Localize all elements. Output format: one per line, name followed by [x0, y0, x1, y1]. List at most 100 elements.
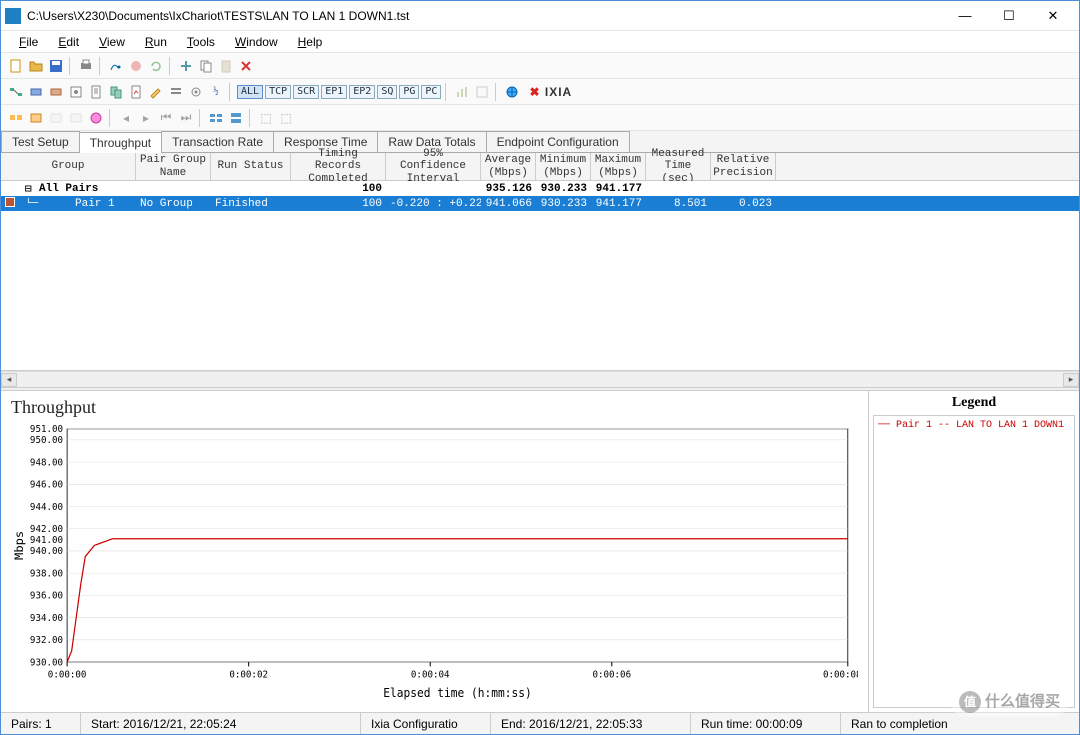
filter-pc-button[interactable]: PC: [421, 85, 441, 99]
filter-sq-button[interactable]: SQ: [377, 85, 397, 99]
config-icon[interactable]: [67, 83, 85, 101]
throughput-chart[interactable]: 930.00932.00934.00936.00938.00940.00942.…: [11, 420, 858, 706]
svg-text:950.00: 950.00: [30, 435, 63, 446]
options-icon[interactable]: [167, 83, 185, 101]
svg-text:0:00:02: 0:00:02: [229, 669, 268, 680]
print-icon[interactable]: [77, 57, 95, 75]
step-fwd-icon[interactable]: ▸: [137, 109, 155, 127]
column-header[interactable]: Run Status: [211, 153, 291, 180]
clone-icon[interactable]: [107, 83, 125, 101]
toolbar-1: [1, 53, 1079, 79]
filter-ep1-button[interactable]: EP1: [321, 85, 347, 99]
status-bar: Pairs: 1 Start: 2016/12/21, 22:05:24 Ixi…: [1, 712, 1079, 734]
skip-back-icon[interactable]: ⏮: [157, 109, 175, 127]
stop-icon[interactable]: [127, 57, 145, 75]
script-icon[interactable]: [87, 83, 105, 101]
svg-text:0:00:06: 0:00:06: [592, 669, 631, 680]
run-icon[interactable]: [107, 57, 125, 75]
menu-window[interactable]: Window: [225, 33, 288, 51]
window-controls: — ☐ ✕: [943, 2, 1075, 30]
column-header[interactable]: Timing RecordsCompleted: [291, 153, 386, 180]
collapse-icon[interactable]: ⬚: [277, 109, 295, 127]
step-back-icon[interactable]: ◂: [117, 109, 135, 127]
new-icon[interactable]: [7, 57, 25, 75]
tab-endpoint-config[interactable]: Endpoint Configuration: [486, 131, 630, 152]
tab-transaction-rate[interactable]: Transaction Rate: [161, 131, 274, 152]
pair-icon[interactable]: [7, 83, 25, 101]
svg-text:941.00: 941.00: [30, 535, 63, 546]
column-header[interactable]: Maximum(Mbps): [591, 153, 646, 180]
menu-tools[interactable]: Tools: [177, 33, 225, 51]
column-header[interactable]: 95% ConfidenceInterval: [386, 153, 481, 180]
endpoint2-icon[interactable]: [47, 83, 65, 101]
status-pairs: Pairs: 1: [1, 713, 81, 734]
legend-box[interactable]: ── Pair 1 -- LAN TO LAN 1 DOWN1: [873, 415, 1075, 708]
expand-icon[interactable]: ⬚: [257, 109, 275, 127]
align-v-icon[interactable]: [227, 109, 245, 127]
scroll-left-icon[interactable]: ◂: [1, 373, 17, 387]
paste-icon[interactable]: [217, 57, 235, 75]
result-grid[interactable]: ⊟ All Pairs 100 935.126 930.233 941.177 …: [1, 181, 1079, 371]
delete-icon[interactable]: [237, 57, 255, 75]
svg-text:930.00: 930.00: [30, 657, 63, 668]
scroll-right-icon[interactable]: ▸: [1063, 373, 1079, 387]
pair-row[interactable]: └─ Pair 1 No Group Finished 100 -0.220 :…: [1, 196, 1079, 211]
settings-icon[interactable]: [187, 83, 205, 101]
chart-icon[interactable]: [453, 83, 471, 101]
column-header[interactable]: Minimum(Mbps): [536, 153, 591, 180]
column-header[interactable]: RelativePrecision: [711, 153, 776, 180]
svg-text:936.00: 936.00: [30, 590, 63, 601]
filter-pg-button[interactable]: PG: [399, 85, 419, 99]
tab-test-setup[interactable]: Test Setup: [1, 131, 80, 152]
save-icon[interactable]: [47, 57, 65, 75]
sort-icon[interactable]: ½: [207, 83, 225, 101]
open-icon[interactable]: [27, 57, 45, 75]
group-label: All Pairs: [35, 183, 136, 195]
filter-tcp-button[interactable]: TCP: [265, 85, 291, 99]
column-header[interactable]: Average(Mbps): [481, 153, 536, 180]
ixia-logo: ✖ IXIA: [529, 85, 572, 99]
close-button[interactable]: ✕: [1031, 2, 1075, 30]
window-title: C:\Users\X230\Documents\IxChariot\TESTS\…: [27, 9, 943, 23]
group-del-icon[interactable]: [47, 109, 65, 127]
skip-fwd-icon[interactable]: ⏭: [177, 109, 195, 127]
grid-h-scrollbar[interactable]: ◂ ▸: [1, 371, 1079, 387]
menu-file[interactable]: File: [9, 33, 48, 51]
filter-scr-button[interactable]: SCR: [293, 85, 319, 99]
chart-area: Throughput 930.00932.00934.00936.00938.0…: [1, 391, 1079, 712]
export-icon[interactable]: [473, 83, 491, 101]
app-window: C:\Users\X230\Documents\IxChariot\TESTS\…: [0, 0, 1080, 735]
watermark: 什么值得买: [951, 686, 1068, 717]
legend-entry: ── Pair 1 -- LAN TO LAN 1 DOWN1: [878, 420, 1064, 431]
menu-view[interactable]: View: [89, 33, 135, 51]
svg-text:940.00: 940.00: [30, 546, 63, 557]
column-header[interactable]: Pair GroupName: [136, 153, 211, 180]
status-config: Ixia Configuratio: [361, 713, 491, 734]
column-header[interactable]: Group: [1, 153, 136, 180]
svg-text:946.00: 946.00: [30, 479, 63, 490]
maximize-button[interactable]: ☐: [987, 2, 1031, 30]
menu-edit[interactable]: Edit: [48, 33, 89, 51]
group-row[interactable]: ⊟ All Pairs 100 935.126 930.233 941.177: [1, 181, 1079, 196]
refresh-icon[interactable]: [147, 57, 165, 75]
group-opt-icon[interactable]: [67, 109, 85, 127]
legend-panel: Legend ── Pair 1 -- LAN TO LAN 1 DOWN1: [869, 391, 1079, 712]
tab-throughput[interactable]: Throughput: [79, 132, 162, 153]
align-h-icon[interactable]: [207, 109, 225, 127]
result-tabs: Test Setup Throughput Transaction Rate R…: [1, 131, 1079, 153]
filter-ep2-button[interactable]: EP2: [349, 85, 375, 99]
globe-icon[interactable]: [503, 83, 521, 101]
endpoint1-icon[interactable]: [27, 83, 45, 101]
menu-help[interactable]: Help: [288, 33, 333, 51]
report-icon[interactable]: [127, 83, 145, 101]
column-header[interactable]: MeasuredTime (sec): [646, 153, 711, 180]
add-icon[interactable]: [177, 57, 195, 75]
group-edit-icon[interactable]: [27, 109, 45, 127]
menu-run[interactable]: Run: [135, 33, 177, 51]
palette-icon[interactable]: [87, 109, 105, 127]
filter-all-button[interactable]: ALL: [237, 85, 263, 99]
copy-icon[interactable]: [197, 57, 215, 75]
group-add-icon[interactable]: [7, 109, 25, 127]
minimize-button[interactable]: —: [943, 2, 987, 30]
edit-icon[interactable]: [147, 83, 165, 101]
